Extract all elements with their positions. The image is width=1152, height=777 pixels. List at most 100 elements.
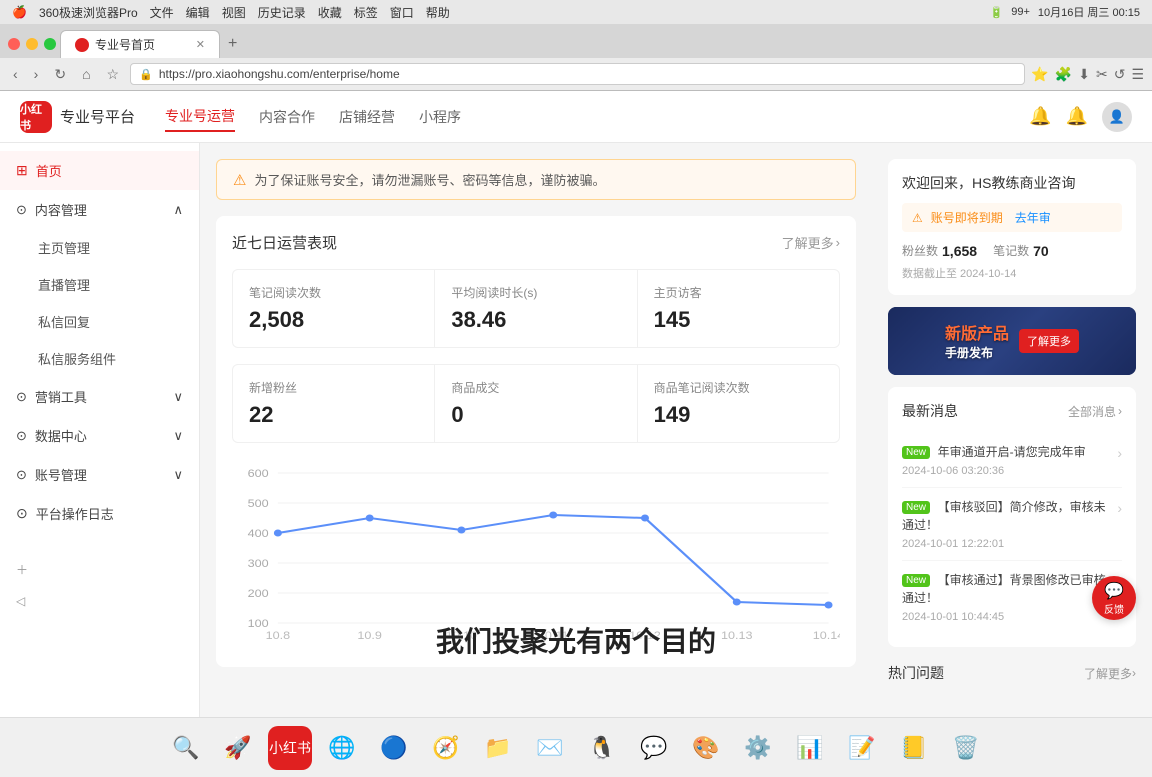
clock: 10月16日 周三 00:15 <box>1038 4 1140 20</box>
dock-notes[interactable]: 📒 <box>892 726 936 770</box>
menu-icon[interactable]: ☰ <box>1131 66 1144 83</box>
dock-qq[interactable]: 🐧 <box>580 726 624 770</box>
dock-xiaohongshu[interactable]: 小红书 <box>268 726 312 770</box>
menu-edit[interactable]: 编辑 <box>186 4 210 21</box>
dock-finder2[interactable]: 📁 <box>476 726 520 770</box>
news-item-1[interactable]: New 年审通道开启-请您完成年审 2024-10-06 03:20:36 › <box>902 433 1122 488</box>
tab-close-button[interactable]: ✕ <box>196 38 205 51</box>
new-tab-button[interactable]: + <box>224 35 241 53</box>
news-item-2-content: New 【审核驳回】简介修改，审核未通过！ 2024-10-01 12:22:0… <box>902 498 1111 550</box>
news-item-3-content: New 【审核通过】背景图修改已审核通过！ 2024-10-01 10:44:4… <box>902 571 1111 623</box>
sidebar-bottom-area: ＋ ◁ <box>0 553 199 616</box>
stat-card-product-notes-read: 商品笔记阅读次数 149 <box>638 365 839 442</box>
news-item-3[interactable]: New 【审核通过】背景图修改已审核通过！ 2024-10-01 10:44:4… <box>902 561 1122 633</box>
sidebar-item-live-mgmt[interactable]: 直播管理 <box>0 266 199 303</box>
sidebar-collapse-button[interactable]: ◁ <box>0 586 199 616</box>
dock-excel[interactable]: 📊 <box>788 726 832 770</box>
warning-icon: ⚠ <box>233 171 246 189</box>
extension-icon[interactable]: 🧩 <box>1055 66 1072 83</box>
tab-title: 专业号首页 <box>95 36 155 53</box>
news-all-link[interactable]: 全部消息 › <box>1068 403 1122 420</box>
mac-dock: 🔍 🚀 小红书 🌐 🔵 🧭 📁 ✉️ 🐧 💬 🎨 ⚙️ 📊 📝 📒 🗑️ <box>0 717 1152 777</box>
settings-icon[interactable]: ↺ <box>1114 66 1126 83</box>
hot-chevron-icon: › <box>1132 666 1136 680</box>
feedback-button[interactable]: 💬 反馈 <box>1092 576 1136 620</box>
menu-view[interactable]: 视图 <box>222 4 246 21</box>
menu-tags[interactable]: 标签 <box>354 4 378 21</box>
sidebar-item-dm-service[interactable]: 私信服务组件 <box>0 340 199 377</box>
bookmark-add-button[interactable]: ☆ <box>102 64 125 85</box>
forward-button[interactable]: › <box>29 64 44 84</box>
home-button[interactable]: ⌂ <box>77 64 95 84</box>
dock-system[interactable]: ⚙️ <box>736 726 780 770</box>
data-center-label: 数据中心 <box>35 426 87 445</box>
chart-point-5 <box>641 515 649 522</box>
news-item-2[interactable]: New 【审核驳回】简介修改，审核未通过！ 2024-10-01 12:22:0… <box>902 488 1122 561</box>
menu-window[interactable]: 窗口 <box>390 4 414 21</box>
star-icon[interactable]: ⭐ <box>1031 66 1048 83</box>
app-logo: 小红书 专业号平台 <box>20 101 135 133</box>
avg-read-value: 38.46 <box>451 307 620 333</box>
news-item-1-content: New 年审通道开启-请您完成年审 2024-10-06 03:20:36 <box>902 443 1111 477</box>
traffic-light-minimize[interactable] <box>26 38 38 50</box>
notes-read-value: 2,508 <box>249 307 418 333</box>
dock-launchpad[interactable]: 🚀 <box>216 726 260 770</box>
nav-item-store[interactable]: 店铺经营 <box>339 103 395 131</box>
address-bar[interactable]: 🔒 https://pro.xiaohongshu.com/enterprise… <box>130 63 1025 85</box>
news-header: 最新消息 全部消息 › <box>902 401 1122 421</box>
avatar[interactable]: 👤 <box>1102 102 1132 132</box>
menu-help[interactable]: 帮助 <box>426 4 450 21</box>
back-button[interactable]: ‹ <box>8 64 23 84</box>
account-review-link[interactable]: 去年审 <box>1015 209 1051 226</box>
news-item-3-text: 【审核通过】背景图修改已审核通过！ <box>902 573 1106 605</box>
stats-more-link[interactable]: 了解更多 › <box>782 233 840 252</box>
dock-wechat[interactable]: 💬 <box>632 726 676 770</box>
dock-word[interactable]: 📝 <box>840 726 884 770</box>
sidebar-item-account[interactable]: ⊙ 账号管理 ∨ <box>0 455 199 494</box>
refresh-button[interactable]: ↻ <box>49 64 71 85</box>
notification-bell-icon[interactable]: 🔔 <box>1029 106 1051 127</box>
notes-value: 70 <box>1033 243 1049 259</box>
sidebar-home-label: 首页 <box>36 161 62 180</box>
nav-item-content-collab[interactable]: 内容合作 <box>259 103 315 131</box>
sidebar-item-platform-log[interactable]: ⊙ 平台操作日志 <box>0 494 199 533</box>
download-icon[interactable]: ⬇ <box>1078 66 1090 83</box>
traffic-light-fullscreen[interactable] <box>44 38 56 50</box>
dock-finder[interactable]: 🔍 <box>164 726 208 770</box>
dock-ps[interactable]: 🎨 <box>684 726 728 770</box>
chart-point-6 <box>733 599 741 606</box>
svg-text:300: 300 <box>248 557 269 570</box>
sidebar-add-button[interactable]: ＋ <box>0 553 199 586</box>
sidebar-item-homepage-mgmt[interactable]: 主页管理 <box>0 229 199 266</box>
sidebar-item-dm-reply[interactable]: 私信回复 <box>0 303 199 340</box>
plus-icon: ＋ <box>16 561 28 578</box>
nav-item-miniapp[interactable]: 小程序 <box>419 103 461 131</box>
sidebar-item-marketing[interactable]: ⊙ 营销工具 ∨ <box>0 377 199 416</box>
sidebar-item-data-center[interactable]: ⊙ 数据中心 ∨ <box>0 416 199 455</box>
sidebar-item-home[interactable]: ⊞ 首页 <box>0 151 199 190</box>
dock-chrome[interactable]: 🔵 <box>372 726 416 770</box>
dock-trash[interactable]: 🗑️ <box>944 726 988 770</box>
dock-360browser[interactable]: 🌐 <box>320 726 364 770</box>
nav-item-operations[interactable]: 专业号运营 <box>165 102 235 132</box>
url-text: https://pro.xiaohongshu.com/enterprise/h… <box>159 67 400 81</box>
alert-icon[interactable]: 🔔 <box>1066 106 1088 127</box>
menu-file[interactable]: 文件 <box>150 4 174 21</box>
more-tools-icon[interactable]: ✂ <box>1096 66 1108 83</box>
news-title: 最新消息 <box>902 401 958 421</box>
hot-topics-link[interactable]: 了解更多 › <box>1084 665 1136 682</box>
dock-mail[interactable]: ✉️ <box>528 726 572 770</box>
active-tab[interactable]: 专业号首页 ✕ <box>60 30 220 58</box>
account-icon: ⊙ <box>16 467 27 483</box>
traffic-light-close[interactable] <box>8 38 20 50</box>
promo-banner[interactable]: NEW 新版产品 手册发布 了解更多 <box>888 307 1136 375</box>
app-name: 360极速浏览器Pro <box>39 4 138 21</box>
menu-bookmarks[interactable]: 收藏 <box>318 4 342 21</box>
menu-history[interactable]: 历史记录 <box>258 4 306 21</box>
svg-text:10.11: 10.11 <box>538 629 569 642</box>
account-mgmt-label: 账号管理 <box>35 465 87 484</box>
dock-safari[interactable]: 🧭 <box>424 726 468 770</box>
sidebar-group-content-header[interactable]: ⊙ 内容管理 ∧ <box>0 190 199 229</box>
app-body: ⊞ 首页 ⊙ 内容管理 ∧ 主页管理 直播管理 私信回复 私信服务组件 ⊙ 营销… <box>0 143 1152 717</box>
stats-row-1: 笔记阅读次数 2,508 平均阅读时长(s) 38.46 主页访客 145 <box>232 269 840 348</box>
